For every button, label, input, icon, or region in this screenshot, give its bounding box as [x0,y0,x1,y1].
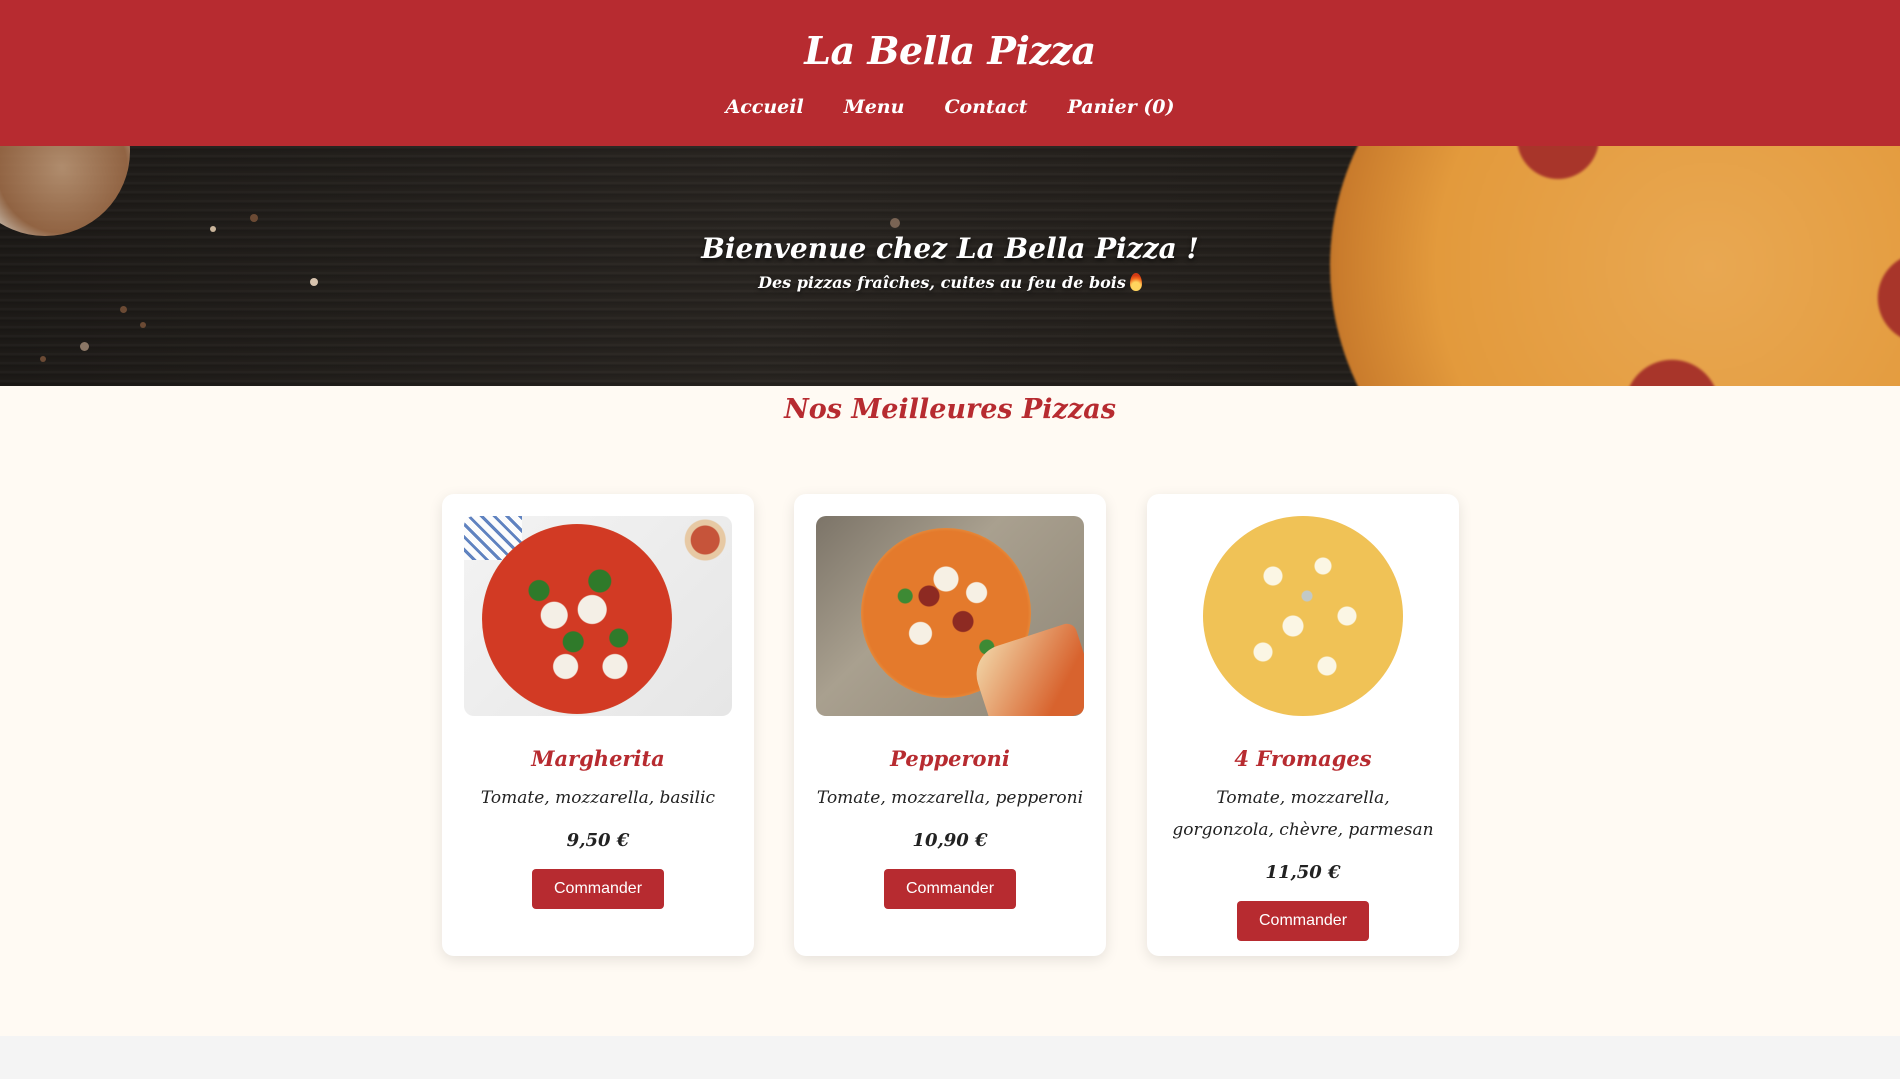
4-fromages-photo [1169,516,1437,716]
hero-subtitle-text: Des pizzas fraîches, cuites au feu de bo… [758,273,1126,292]
pizza-price: 9,50 € [566,830,630,851]
pizza-card-margherita: Margherita Tomate, mozzarella, basilic 9… [442,494,754,956]
nav-link-accueil[interactable]: Accueil [725,96,803,118]
pizza-price: 10,90 € [912,830,988,851]
main-content: Nos Meilleures Pizzas Margherita Tomate,… [0,386,1900,1036]
order-button[interactable]: Commander [532,869,664,909]
pizza-name: 4 Fromages [1234,746,1372,771]
pizza-description: Tomate, mozzarella, pepperoni [816,788,1084,808]
pizza-card-4-fromages: 4 Fromages Tomate, mozzarella, gorgonzol… [1147,494,1459,956]
nav-link-menu[interactable]: Menu [844,96,905,118]
pizza-illustration [482,524,672,714]
spice-decoration [250,214,258,222]
order-button[interactable]: Commander [1237,901,1369,941]
hero-title: Bienvenue chez La Bella Pizza ! [701,232,1199,265]
spice-decoration [80,342,89,351]
pizza-description: Tomate, mozzarella, gorgonzola, chèvre, … [1172,788,1434,840]
pizza-name: Pepperoni [890,746,1010,771]
pizza-description: Tomate, mozzarella, basilic [480,788,716,808]
main-nav: Accueil Menu Contact Panier (0) [0,96,1900,118]
nav-link-contact[interactable]: Contact [944,96,1027,118]
hero-bowl-image [0,146,130,236]
site-header: La Bella Pizza Accueil Menu Contact Pani… [0,0,1900,146]
hero-text: Bienvenue chez La Bella Pizza ! Des pizz… [0,232,1900,292]
nav-link-panier[interactable]: Panier (0) [1067,96,1174,118]
fire-icon [1129,273,1142,291]
pizza-card-pepperoni: Pepperoni Tomate, mozzarella, pepperoni … [794,494,1106,956]
section-title: Nos Meilleures Pizzas [784,394,1116,425]
pizza-illustration [1203,516,1403,716]
pizza-image-margherita [464,516,732,716]
spice-decoration [140,322,146,328]
pizza-price: 11,50 € [1265,862,1341,883]
spice-decoration [120,306,127,313]
pizza-name: Margherita [531,746,665,771]
footer-strip [0,1036,1900,1079]
pepperoni-photo [816,516,1084,716]
hero-subtitle: Des pizzas fraîches, cuites au feu de bo… [0,273,1900,292]
spice-decoration [40,356,46,362]
pizza-image-4-fromages [1169,516,1437,716]
pizza-image-pepperoni [816,516,1084,716]
margherita-photo [464,516,732,716]
hero-banner: Bienvenue chez La Bella Pizza ! Des pizz… [0,146,1900,386]
order-button[interactable]: Commander [884,869,1016,909]
spice-decoration [890,218,900,228]
brand-logo[interactable]: La Bella Pizza [0,28,1900,73]
